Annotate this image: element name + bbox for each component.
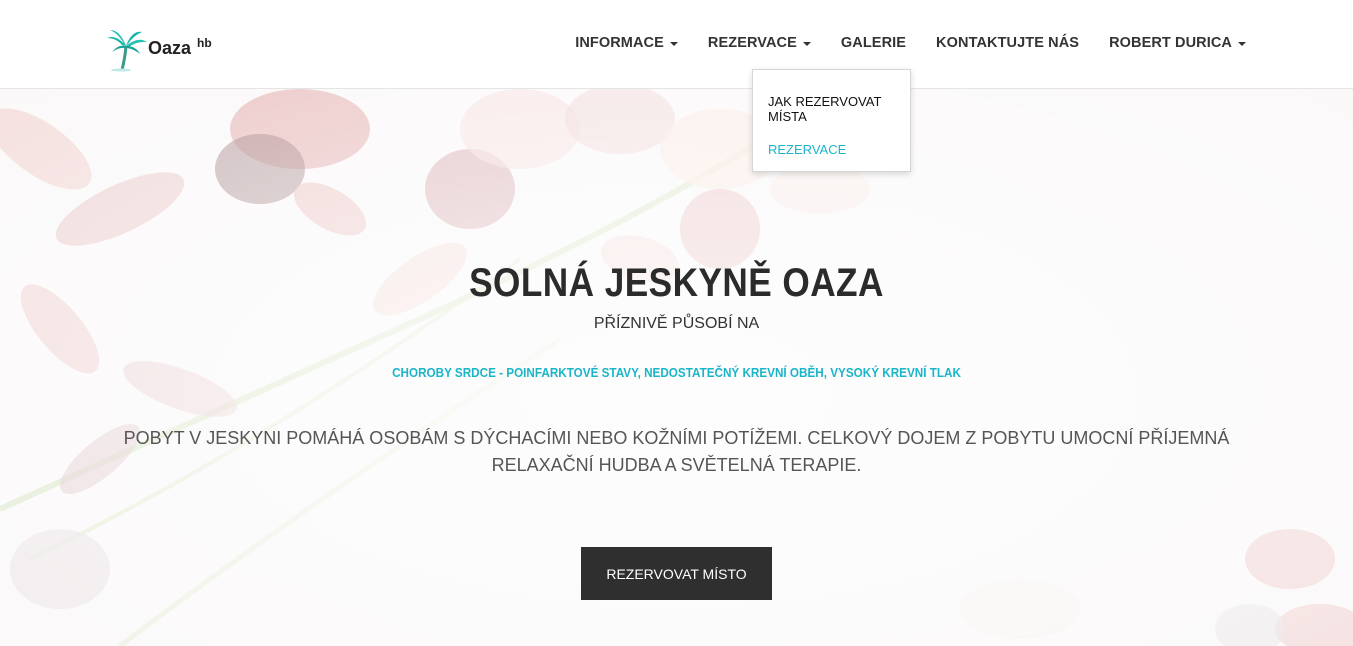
nav-item-galerie[interactable]: GALERIE bbox=[841, 35, 906, 51]
caret-down-icon bbox=[1238, 41, 1246, 46]
caret-down-icon bbox=[802, 41, 811, 46]
caret-down-icon bbox=[669, 41, 678, 46]
site-header: Oaza hb INFORMACE REZERVACE GALERIE KONT… bbox=[0, 0, 1353, 89]
nav-item-rezervace[interactable]: REZERVACE bbox=[708, 35, 811, 51]
reserve-button[interactable]: REZERVOVAT MÍSTO bbox=[581, 547, 772, 600]
palm-tree-icon bbox=[107, 30, 147, 72]
dropdown-item-rezervace[interactable]: REZERVACE bbox=[768, 142, 846, 157]
brand-name: Oaza bbox=[148, 38, 192, 58]
brand-logo[interactable]: Oaza hb bbox=[106, 28, 212, 72]
nav-item-label: ROBERT DURICA bbox=[1109, 34, 1232, 51]
nav-item-informace[interactable]: INFORMACE bbox=[575, 35, 678, 51]
nav-item-label: REZERVACE bbox=[707, 34, 797, 51]
hero-title: SOLNÁ JESKYNĚ OAZA bbox=[469, 261, 884, 305]
dropdown-item-jak-rezervovat[interactable]: JAK REZERVOVAT MÍSTA bbox=[768, 94, 898, 124]
hero-section: SOLNÁ JESKYNĚ OAZA PŘÍZNIVĚ PŮSOBÍ NA CH… bbox=[0, 89, 1353, 646]
nav-item-kontakt[interactable]: KONTAKTUJTE NÁS bbox=[936, 35, 1079, 51]
nav-item-user[interactable]: ROBERT DURICA bbox=[1109, 35, 1246, 51]
nav-item-label: GALERIE bbox=[840, 34, 907, 51]
hero-subtitle: PŘÍZNIVĚ PŮSOBÍ NA bbox=[593, 315, 760, 332]
hero-description: POBYT V JESKYNI POMÁHÁ OSOBÁM S DÝCHACÍM… bbox=[123, 428, 1230, 475]
nav-item-label: INFORMACE bbox=[575, 34, 664, 51]
brand-superscript: hb bbox=[197, 36, 212, 50]
rezervace-dropdown-menu: JAK REZERVOVAT MÍSTA REZERVACE bbox=[752, 69, 911, 172]
nav-item-label: KONTAKTUJTE NÁS bbox=[936, 34, 1080, 51]
hero-highlight: CHOROBY SRDCE - POINFARKTOVÉ STAVY, NEDO… bbox=[392, 365, 961, 380]
